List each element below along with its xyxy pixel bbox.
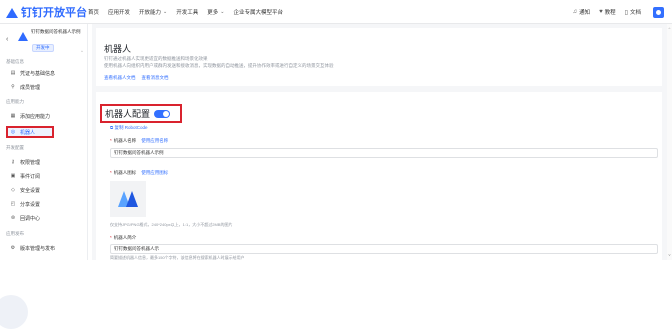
sidebar-item-events[interactable]: ▣ 事件订阅 — [10, 172, 80, 180]
logo-text: 钉钉开放平台 — [21, 7, 87, 19]
play-icon: ♥ — [599, 9, 603, 15]
robot-icon-label: * 机器人图标 使用应用图标 — [110, 170, 169, 176]
robot-intro-card: 机器人 钉钉通过机器人实现更适宜的数据推送和场景化效果 使用机器人向组织内用户或… — [96, 28, 662, 86]
robot-icon-hint: 仅支持JPG/PNG格式，240*240px以上，1:1，大小不超过2MB的图片 — [110, 222, 233, 227]
use-app-icon-link[interactable]: 使用应用图标 — [141, 170, 168, 176]
sidebar-section-dev-config: 开发配置 — [6, 145, 24, 150]
list-icon: ▣ — [10, 173, 16, 179]
robot-icon-upload[interactable] — [110, 181, 146, 217]
app-icon — [18, 32, 28, 42]
sidebar-item-security[interactable]: ◇ 安全设置 — [10, 186, 80, 194]
message-doc-link[interactable]: 查看消息文档 — [142, 75, 169, 81]
chevron-down-icon: ⌄ — [220, 9, 225, 15]
use-app-name-link[interactable]: 使用应用名称 — [141, 138, 168, 144]
robot-name-label: * 机器人名称 使用应用名称 — [110, 138, 169, 144]
top-navbar: 钉钉开放平台 首页 应用开发 开放能力 ⌄ 开发工具 更多 ⌄ 企业专属大模型平台 … — [0, 0, 672, 24]
bell-icon: ♫ — [572, 9, 578, 15]
floating-assistant-bubble[interactable] — [0, 295, 28, 329]
copy-robotcode-link[interactable]: ⧉ 复制 RobotCode — [110, 125, 148, 131]
share-icon: ◰ — [10, 201, 16, 207]
required-mark: * — [110, 170, 112, 175]
sidebar-item-members[interactable]: ⚲ 成员管理 — [10, 83, 80, 91]
course-button[interactable]: ♥ 教程 — [599, 8, 616, 16]
robot-intro-hint: 简要描述机器人信息，最多150个字符，该信息将在搜索机器人时展示给用户 — [110, 255, 245, 260]
scroll-down-icon[interactable]: v — [667, 252, 672, 257]
intro-desc-2: 使用机器人向组织内用户或群内发送和接收消息，实现数据的自动推送，提升协作效率或进… — [104, 63, 334, 68]
sidebar-section-release: 应用发布 — [6, 231, 24, 236]
nav-item-more[interactable]: 更多 ⌄ — [207, 8, 224, 16]
sidebar-scroll-up-icon[interactable]: ^ — [81, 49, 83, 54]
logo-icon — [6, 6, 18, 18]
required-mark: * — [110, 235, 112, 240]
scroll-up-icon[interactable]: ^ — [667, 26, 672, 31]
sidebar-item-add-capability[interactable]: ▦ 添加应用能力 — [10, 112, 80, 120]
book-icon: ▯ — [624, 9, 628, 16]
sidebar-item-robot[interactable]: ◎ 机器人 — [6, 126, 54, 138]
nav-item-enterprise-llm[interactable]: 企业专属大模型平台 — [233, 8, 283, 16]
sidebar: ‹ 钉钉数据问答机器人示例 开发中 ^ 基础信息 ▤ 凭证与基础信息 ⚲ 成员管理 … — [0, 24, 88, 260]
robot-icon: ◎ — [10, 129, 16, 135]
sidebar-item-permissions[interactable]: ⚷ 权限管理 — [10, 158, 80, 166]
nav-item-home[interactable]: 首页 — [88, 8, 99, 16]
nav-item-dev-tools[interactable]: 开发工具 — [176, 8, 198, 16]
sidebar-item-callback[interactable]: ⊜ 回调中心 — [10, 214, 80, 222]
user-avatar[interactable] — [653, 6, 664, 18]
back-arrow-icon[interactable]: ‹ — [6, 36, 8, 43]
docs-button[interactable]: ▯ 文档 — [624, 8, 641, 17]
robot-config-title: 机器人配置 — [105, 109, 151, 119]
robot-config-card: 机器人配置 ⧉ 复制 RobotCode * 机器人名称 使用应用名称 钉钉数据… — [96, 92, 662, 260]
chevron-down-icon: ⌄ — [163, 9, 168, 15]
app-header: ‹ 钉钉数据问答机器人示例 开发中 — [4, 27, 84, 53]
copy-icon: ⧉ — [110, 125, 114, 130]
intro-links: 查看机器人文档 查看消息文档 — [104, 75, 175, 81]
doc-icon: ▤ — [10, 70, 16, 76]
app-status-badge: 开发中 — [32, 44, 54, 52]
app-name: 钉钉数据问答机器人示例 — [31, 29, 81, 34]
main-content: 机器人 钉钉通过机器人实现更适宜的数据推送和场景化效果 使用机器人向组织内用户或… — [92, 24, 668, 260]
sidebar-item-credentials[interactable]: ▤ 凭证与基础信息 — [10, 69, 80, 77]
grid-icon: ▦ — [10, 113, 16, 119]
callback-icon: ⊜ — [10, 215, 16, 221]
shield-icon: ◇ — [11, 187, 15, 193]
top-right-actions: ♫ 通知 ♥ 教程 ▯ 文档 — [564, 0, 664, 24]
intro-desc-1: 钉钉通过机器人实现更适宜的数据推送和场景化效果 — [104, 56, 208, 61]
main-nav: 首页 应用开发 开放能力 ⌄ 开发工具 更多 ⌄ 企业专属大模型平台 — [88, 0, 292, 24]
robot-intro-input[interactable]: 钉钉数据问答机器人示 — [110, 244, 658, 254]
robot-enable-toggle[interactable] — [154, 109, 171, 118]
main-scrollbar[interactable]: ^ v — [667, 24, 672, 260]
page-title: 机器人 — [104, 44, 132, 54]
sidebar-item-version[interactable]: ⚙ 版本管理与发布 — [10, 244, 80, 252]
required-mark: * — [110, 138, 112, 143]
user-icon: ⚲ — [11, 84, 15, 90]
robot-doc-link[interactable]: 查看机器人文档 — [104, 75, 136, 81]
notify-button[interactable]: ♫ 通知 — [573, 8, 591, 16]
sidebar-section-basic: 基础信息 — [6, 59, 24, 64]
robot-logo-icon-part — [126, 191, 138, 207]
key-icon: ⚷ — [11, 159, 15, 165]
robot-name-input[interactable]: 钉钉数据问答机器人示例 — [110, 148, 658, 158]
nav-item-open-capability[interactable]: 开放能力 ⌄ — [139, 8, 167, 16]
gear-icon: ⚙ — [10, 245, 16, 251]
nav-item-app-dev[interactable]: 应用开发 — [108, 8, 130, 16]
sidebar-section-capability: 应用能力 — [6, 99, 24, 104]
robot-config-header: 机器人配置 — [100, 104, 182, 123]
platform-logo[interactable]: 钉钉开放平台 — [6, 4, 87, 20]
robot-intro-label: * 机器人简介 — [110, 235, 137, 240]
sidebar-item-share[interactable]: ◰ 分享设置 — [10, 200, 80, 208]
